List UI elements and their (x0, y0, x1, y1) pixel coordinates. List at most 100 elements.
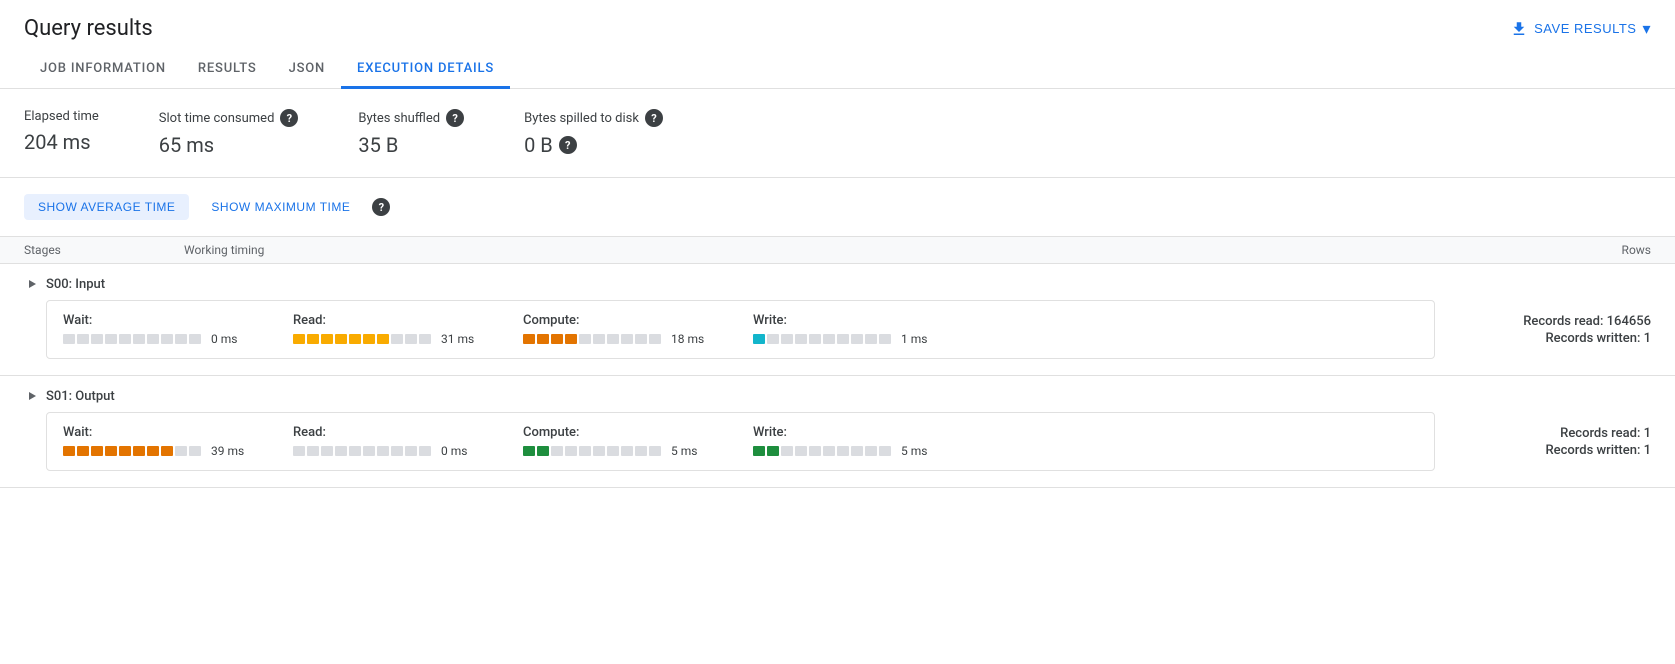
timing-group-s01-0: Wait: 39 ms (63, 425, 293, 458)
slot-time-help-icon[interactable]: ? (280, 109, 298, 127)
bar-value-s01-1: 0 ms (441, 444, 467, 458)
bar-segment-s00-3-3 (795, 334, 807, 344)
bar-segment-s00-0-4 (119, 334, 131, 344)
bar-row-s01-0: 39 ms (63, 444, 293, 458)
bar-segment-s01-0-0 (63, 446, 75, 456)
tab-job-information[interactable]: JOB INFORMATION (24, 51, 182, 89)
bar-segment-s01-1-4 (349, 446, 361, 456)
timing-row-s01: Wait:39 msRead:0 msCompute:5 msWrite:5 m… (24, 412, 1651, 487)
bytes-spilled-value-help-icon[interactable]: ? (559, 136, 577, 154)
bar-container-s00-3 (753, 334, 893, 344)
bar-segment-s00-2-1 (537, 334, 549, 344)
bar-segment-s01-0-9 (189, 446, 201, 456)
bar-segment-s01-1-5 (363, 446, 375, 456)
bar-value-s00-1: 31 ms (441, 332, 474, 346)
bar-segment-s01-3-2 (781, 446, 793, 456)
stage-expand-s00[interactable] (24, 276, 40, 292)
stage-label-text-s00: S00: Input (46, 277, 105, 292)
timing-row-s00: Wait:0 msRead:31 msCompute:18 msWrite:1 … (24, 300, 1651, 375)
elapsed-time-value: 204 ms (24, 130, 99, 154)
bar-segment-s00-0-8 (175, 334, 187, 344)
bar-segment-s00-1-3 (335, 334, 347, 344)
bar-value-s00-2: 18 ms (671, 332, 704, 346)
timing-label-s01-3: Write: (753, 425, 983, 440)
bar-segment-s01-2-5 (593, 446, 605, 456)
bar-segment-s01-2-1 (537, 446, 549, 456)
bar-row-s00-1: 31 ms (293, 332, 523, 346)
save-results-label: SAVE RESULTS (1534, 21, 1636, 36)
save-results-button[interactable]: SAVE RESULTS ▾ (1510, 19, 1651, 39)
bytes-shuffled-label: Bytes shuffled ? (358, 109, 464, 127)
page-title: Query results (24, 16, 153, 41)
records-written-s01: Records written: 1 (1451, 443, 1651, 458)
timing-group-s00-1: Read:31 ms (293, 313, 523, 346)
bar-container-s01-0 (63, 446, 203, 456)
slot-time-value: 65 ms (159, 133, 299, 157)
stage-label-text-s01: S01: Output (46, 389, 115, 404)
bytes-shuffled-help-icon[interactable]: ? (446, 109, 464, 127)
bar-row-s01-1: 0 ms (293, 444, 523, 458)
stages-col-header: Stages (24, 243, 184, 257)
stage-expand-s01[interactable] (24, 388, 40, 404)
bar-segment-s01-2-2 (551, 446, 563, 456)
bar-segment-s01-1-3 (335, 446, 347, 456)
tab-json[interactable]: JSON (273, 51, 341, 89)
stages-container: S00: Input Wait: 0 ms Read:31 ms Compute: 18… (0, 264, 1675, 488)
bar-segment-s00-3-1 (767, 334, 779, 344)
bar-segment-s00-3-0 (753, 334, 765, 344)
timing-label-s00-3: Write: (753, 313, 983, 328)
bar-segment-s01-3-8 (865, 446, 877, 456)
bytes-spilled-value: 0 B ? (524, 133, 663, 157)
tab-execution-details[interactable]: EXECUTION DETAILS (341, 51, 510, 89)
stage-label-s00: S00: Input (24, 264, 1651, 300)
bar-container-s00-2 (523, 334, 663, 344)
bar-segment-s01-3-5 (823, 446, 835, 456)
bar-segment-s00-2-4 (579, 334, 591, 344)
timing-label-s01-2: Compute: (523, 425, 753, 440)
bar-segment-s01-0-1 (77, 446, 89, 456)
bar-segment-s01-0-5 (133, 446, 145, 456)
bar-row-s01-2: 5 ms (523, 444, 753, 458)
timing-controls: SHOW AVERAGE TIME SHOW MAXIMUM TIME ? (0, 178, 1675, 236)
slot-time-label: Slot time consumed ? (159, 109, 299, 127)
bar-container-s01-1 (293, 446, 433, 456)
bar-container-s01-3 (753, 446, 893, 456)
timing-label-s01-0: Wait: (63, 425, 293, 440)
bar-segment-s01-0-8 (175, 446, 187, 456)
bar-segment-s01-0-4 (119, 446, 131, 456)
bar-value-s01-3: 5 ms (901, 444, 927, 458)
records-written-s00: Records written: 1 (1451, 331, 1651, 346)
bar-segment-s00-0-7 (161, 334, 173, 344)
bar-segment-s01-1-1 (307, 446, 319, 456)
bar-segment-s00-0-5 (133, 334, 145, 344)
bar-segment-s00-0-9 (189, 334, 201, 344)
bar-segment-s01-1-7 (391, 446, 403, 456)
bar-segment-s00-1-9 (419, 334, 431, 344)
bar-segment-s01-2-9 (649, 446, 661, 456)
bar-segment-s01-2-4 (579, 446, 591, 456)
show-maximum-time-button[interactable]: SHOW MAXIMUM TIME (197, 194, 364, 220)
bar-segment-s00-1-6 (377, 334, 389, 344)
records-read-s00: Records read: 164656 (1451, 314, 1651, 329)
bar-segment-s00-1-5 (363, 334, 375, 344)
bar-segment-s00-1-4 (349, 334, 361, 344)
bar-segment-s00-1-2 (321, 334, 333, 344)
bar-segment-s00-0-2 (91, 334, 103, 344)
bytes-spilled-label: Bytes spilled to disk ? (524, 109, 663, 127)
bytes-spilled-help-icon[interactable]: ? (645, 109, 663, 127)
bar-segment-s01-1-0 (293, 446, 305, 456)
bar-segment-s01-1-9 (419, 446, 431, 456)
timing-help-icon[interactable]: ? (372, 198, 390, 216)
stages-table-header: Stages Working timing Rows (0, 236, 1675, 264)
bar-segment-s01-0-2 (91, 446, 103, 456)
bytes-shuffled-value: 35 B (358, 133, 464, 157)
stage-row-s01: S01: Output Wait:39 msRead:0 msCompute:5… (0, 376, 1675, 488)
tab-results[interactable]: RESULTS (182, 51, 273, 89)
records-read-s01: Records read: 1 (1451, 426, 1651, 441)
bar-value-s01-2: 5 ms (671, 444, 697, 458)
show-average-time-button[interactable]: SHOW AVERAGE TIME (24, 194, 189, 220)
bar-segment-s01-3-7 (851, 446, 863, 456)
bar-segment-s00-2-8 (635, 334, 647, 344)
timing-col-header: Working timing (184, 243, 1451, 257)
stage-row-s00: S00: Input Wait:0 msRead:31 msCompute:18… (0, 264, 1675, 376)
